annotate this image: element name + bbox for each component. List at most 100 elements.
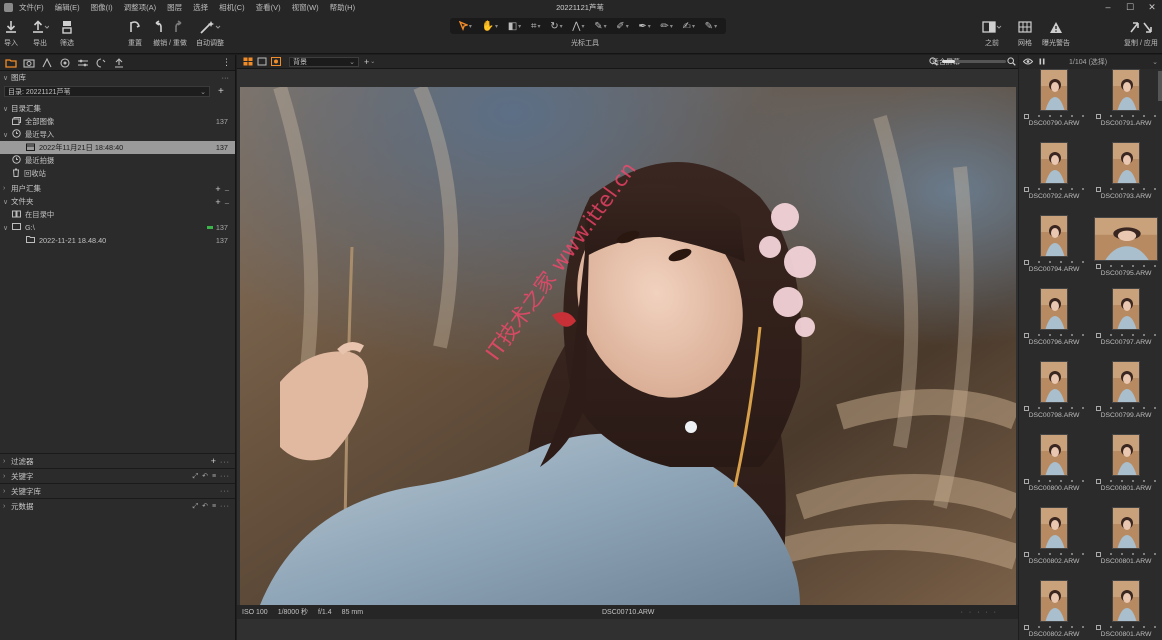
- select-checkbox[interactable]: [1024, 332, 1029, 338]
- rating-dot[interactable]: [1082, 480, 1084, 482]
- rating-dot[interactable]: [1071, 480, 1073, 482]
- menu-edit[interactable]: 编辑(E): [55, 2, 80, 13]
- pan-tool-icon[interactable]: ✋ ▾: [482, 21, 498, 32]
- rating-dot[interactable]: [1038, 626, 1040, 628]
- rating-dot[interactable]: [1154, 553, 1156, 555]
- rating-dot[interactable]: [1154, 334, 1156, 336]
- rating-dot[interactable]: [1143, 115, 1145, 117]
- user-collections-header[interactable]: › 用户汇集 + –: [0, 182, 235, 195]
- thumbnail-image[interactable]: [1094, 217, 1158, 261]
- crop-tool-icon[interactable]: ⌗ ▾: [531, 21, 541, 32]
- rating-dot[interactable]: [1082, 188, 1084, 190]
- rating-dot[interactable]: [1049, 626, 1051, 628]
- thumbnail-item[interactable]: DSC00794.ARW: [1019, 215, 1089, 285]
- thumbnail-rating[interactable]: [1096, 263, 1156, 269]
- thumbnail-image[interactable]: [1040, 507, 1068, 549]
- folder-item[interactable]: 2022-11-21 18.48.40 137: [0, 234, 235, 247]
- thumbnail-image[interactable]: [1112, 580, 1140, 622]
- chevron-down-icon[interactable]: ⌄: [1152, 58, 1158, 66]
- zoom-slider[interactable]: [942, 60, 1006, 63]
- rating-dot[interactable]: [1060, 261, 1062, 263]
- select-checkbox[interactable]: [1024, 113, 1029, 119]
- rating-dot[interactable]: [1038, 261, 1040, 263]
- rating-dot[interactable]: [1154, 115, 1156, 117]
- rating-dot[interactable]: [1082, 553, 1084, 555]
- rotate-tool-icon[interactable]: ↻ ▾: [550, 21, 562, 32]
- catalog-collections-header[interactable]: ∨ 目录汇集: [0, 102, 235, 115]
- thumbnail-image[interactable]: [1040, 142, 1068, 184]
- rating-dot[interactable]: [1071, 188, 1073, 190]
- rating-dot[interactable]: [1071, 626, 1073, 628]
- rating-dot[interactable]: [1049, 188, 1051, 190]
- rating-dot[interactable]: [1082, 407, 1084, 409]
- rating-dot[interactable]: [1110, 480, 1112, 482]
- select-checkbox[interactable]: [1096, 551, 1101, 557]
- output-tab-icon[interactable]: [110, 57, 128, 68]
- select-checkbox[interactable]: [1096, 186, 1101, 192]
- select-checkbox[interactable]: [1024, 478, 1029, 484]
- picker-tool-icon[interactable]: ✎ ▾: [594, 21, 606, 32]
- select-checkbox[interactable]: [1096, 263, 1101, 269]
- thumbnail-rating[interactable]: [1024, 113, 1084, 119]
- rating-dots[interactable]: · · · · ·: [961, 609, 998, 616]
- auto-adjust-button[interactable]: 自动调整: [196, 18, 224, 48]
- rating-dot[interactable]: [1143, 334, 1145, 336]
- rating-dot[interactable]: [1121, 407, 1123, 409]
- more-options-icon[interactable]: ⋮: [222, 57, 231, 68]
- thumbnail-rating[interactable]: [1024, 405, 1084, 411]
- loupe-tool-icon[interactable]: ◧ ▾: [508, 21, 521, 32]
- more-icon[interactable]: ···: [222, 73, 230, 82]
- metadata-tool[interactable]: › 元数据 ⤢ ↶ ≡ ···: [0, 498, 235, 513]
- select-checkbox[interactable]: [1024, 551, 1029, 557]
- rating-dot[interactable]: [1049, 115, 1051, 117]
- add-remove-icon[interactable]: + –: [215, 197, 229, 207]
- rating-dot[interactable]: [1132, 407, 1134, 409]
- thumbnail-rating[interactable]: [1024, 624, 1084, 630]
- rating-dot[interactable]: [1121, 553, 1123, 555]
- menu-image[interactable]: 图像(I): [91, 2, 113, 13]
- exposure-tab-icon[interactable]: [74, 58, 92, 68]
- select-checkbox[interactable]: [1096, 113, 1101, 119]
- menu-view[interactable]: 查看(V): [256, 2, 281, 13]
- thumbnail-image[interactable]: [1112, 69, 1140, 111]
- minimize-icon[interactable]: –: [1098, 0, 1118, 14]
- rating-dot[interactable]: [1143, 265, 1145, 267]
- add-catalog-icon[interactable]: +: [218, 86, 224, 97]
- thumbnail-rating[interactable]: [1096, 113, 1156, 119]
- rating-dot[interactable]: [1110, 553, 1112, 555]
- recent-captures-item[interactable]: 最近拍摄: [0, 154, 235, 167]
- keyword-library-tool[interactable]: › 关键字库 ···: [0, 483, 235, 498]
- grid-button[interactable]: 网格: [1018, 18, 1032, 48]
- exposure-warning-button[interactable]: 曝光警告: [1042, 18, 1070, 48]
- rating-dot[interactable]: [1071, 334, 1073, 336]
- select-checkbox[interactable]: [1096, 624, 1101, 630]
- rating-dot[interactable]: [1071, 553, 1073, 555]
- spot-tool-icon[interactable]: ✐ ▾: [616, 21, 628, 32]
- all-images-item[interactable]: 全部图像 137: [0, 115, 235, 128]
- rating-dot[interactable]: [1121, 265, 1123, 267]
- filters-actions-icon[interactable]: + ···: [211, 456, 230, 466]
- add-remove-icon[interactable]: + –: [215, 184, 229, 194]
- rating-dot[interactable]: [1132, 334, 1134, 336]
- background-select[interactable]: 背景 ⌄: [289, 56, 359, 67]
- scrollbar-thumb[interactable]: [1158, 71, 1162, 101]
- rating-dot[interactable]: [1049, 334, 1051, 336]
- select-checkbox[interactable]: [1024, 259, 1029, 265]
- thumbnail-item[interactable]: DSC00793.ARW: [1091, 142, 1161, 212]
- rating-dot[interactable]: [1143, 480, 1145, 482]
- rating-dot[interactable]: [1060, 407, 1062, 409]
- rating-dot[interactable]: [1110, 334, 1112, 336]
- rating-dot[interactable]: [1132, 626, 1134, 628]
- thumbnail-image[interactable]: [1040, 215, 1068, 257]
- folders-header[interactable]: ∨ 文件夹 + –: [0, 195, 235, 208]
- select-checkbox[interactable]: [1096, 332, 1101, 338]
- select-checkbox[interactable]: [1024, 405, 1029, 411]
- before-button[interactable]: 之前: [982, 18, 1002, 48]
- rating-dot[interactable]: [1154, 626, 1156, 628]
- select-cursor-icon[interactable]: ▾: [458, 21, 472, 31]
- thumbnail-item[interactable]: DSC00802.ARW: [1019, 580, 1089, 640]
- rating-dot[interactable]: [1038, 334, 1040, 336]
- rating-dot[interactable]: [1132, 553, 1134, 555]
- thumbnail-item[interactable]: DSC00801.ARW: [1091, 580, 1161, 640]
- metadata-actions-icon[interactable]: ⤢ ↶ ≡ ···: [193, 502, 230, 511]
